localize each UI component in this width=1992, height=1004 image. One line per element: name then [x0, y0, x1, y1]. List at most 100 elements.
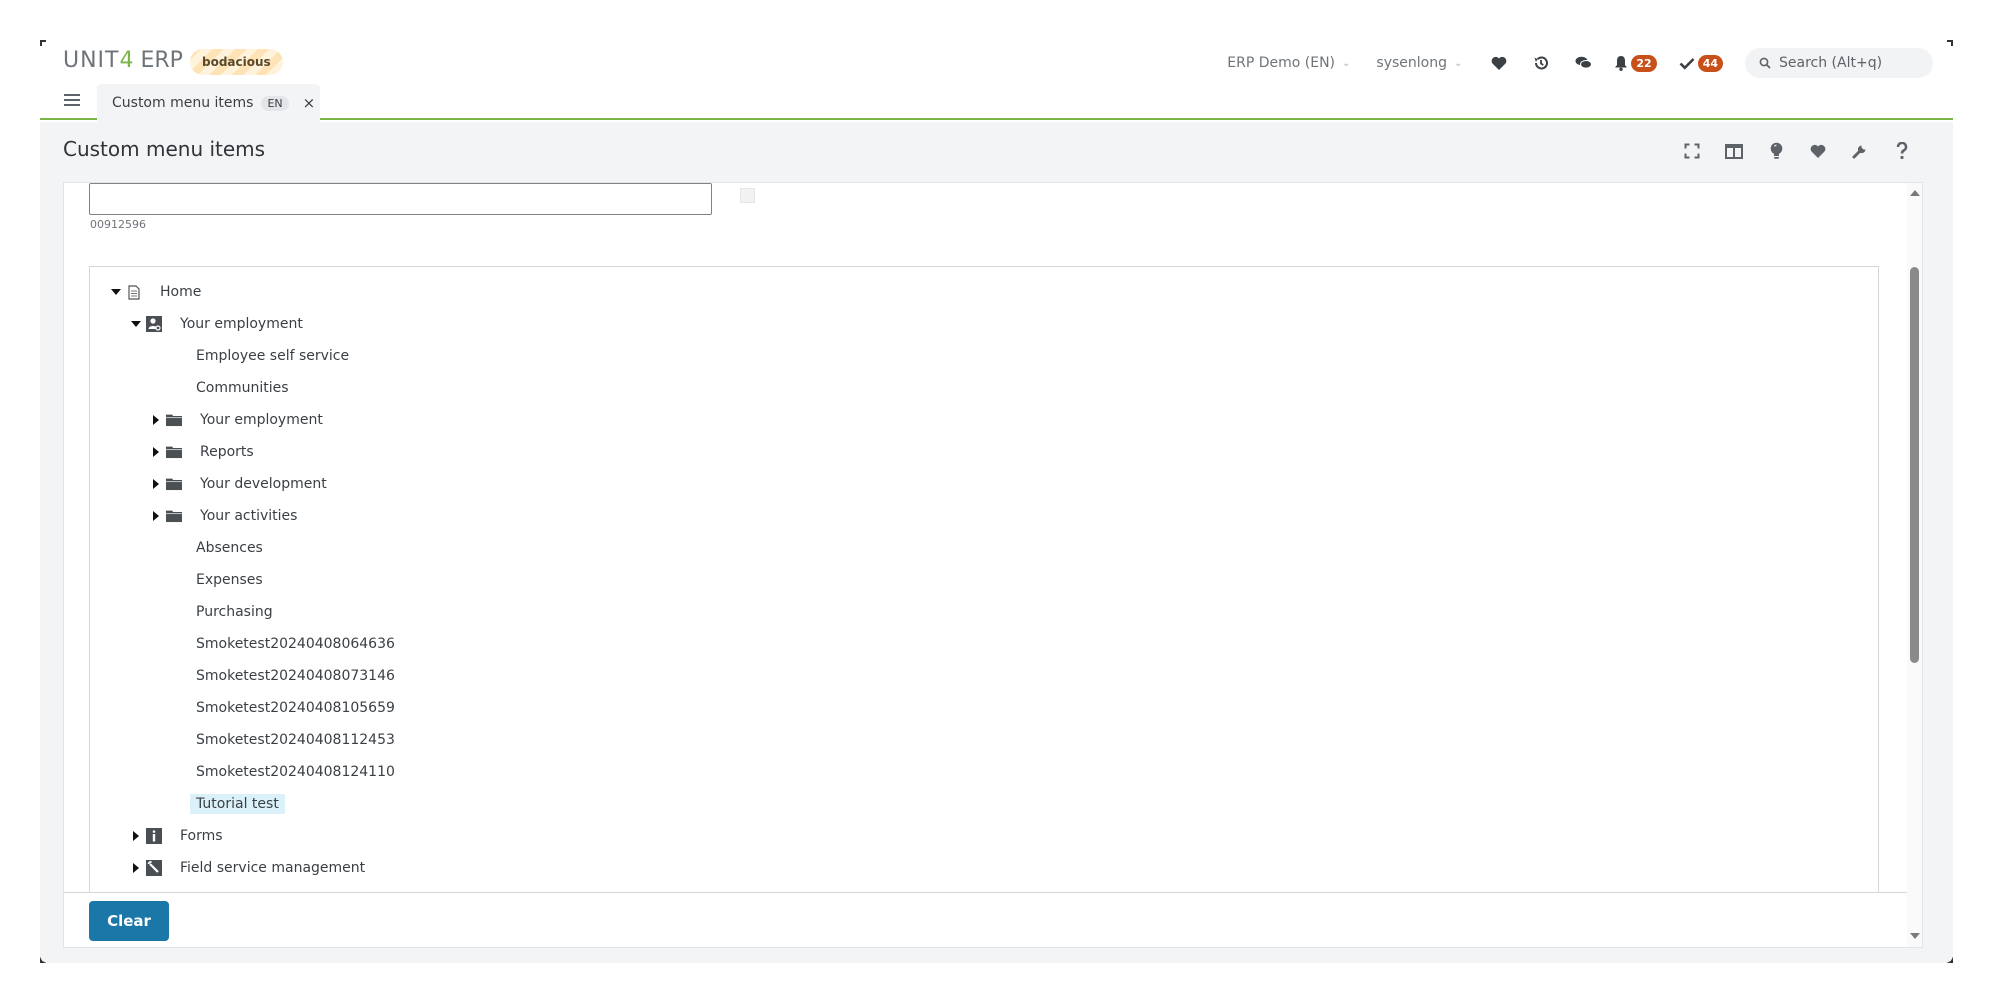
global-search-input[interactable]: Search (Alt+q): [1745, 48, 1933, 78]
tree-item[interactable]: Your development: [150, 471, 333, 497]
top-bar: UNIT4 ERP bodacious ERP Demo (EN) ⌄ sysen…: [40, 40, 1953, 84]
expander-triangle: [153, 479, 159, 489]
scrollbar-thumb[interactable]: [1910, 267, 1919, 663]
tree-item-label: Communities: [196, 380, 289, 396]
environment-badge: bodacious: [190, 49, 283, 75]
tab-bar: Custom menu items EN ×: [40, 84, 1953, 122]
folder-icon: [166, 508, 182, 524]
tab-language-badge: EN: [261, 95, 289, 111]
tree-item[interactable]: Absences: [190, 535, 269, 561]
folder-icon: [166, 444, 182, 460]
tree-item[interactable]: Expenses: [190, 567, 269, 593]
tree-item[interactable]: Smoketest20240408105659: [190, 695, 401, 721]
expander-triangle: [153, 447, 159, 457]
close-icon[interactable]: ×: [303, 94, 316, 112]
expander-triangle: [153, 511, 159, 521]
vertical-scrollbar[interactable]: [1907, 183, 1922, 947]
tree-item-label: Smoketest20240408064636: [196, 636, 395, 652]
user-selector-label: sysenlong: [1376, 55, 1447, 71]
caret-right-icon[interactable]: [150, 414, 162, 426]
chat-icon: [1575, 56, 1592, 69]
tree-item-label: Employee self service: [196, 348, 350, 364]
info-icon: [146, 828, 162, 844]
folder-icon: [166, 412, 182, 428]
fullscreen-button[interactable]: [1681, 140, 1703, 162]
tree-item[interactable]: Your employment: [150, 407, 329, 433]
footer-divider: [64, 892, 1907, 893]
tab-label: Custom menu items: [112, 95, 254, 111]
scroll-down-arrow-icon[interactable]: [1910, 933, 1920, 939]
split-view-button[interactable]: [1723, 140, 1745, 162]
option-checkbox[interactable]: [740, 188, 755, 203]
chevron-down-icon: ⌄: [1342, 57, 1351, 69]
history-icon: [1534, 56, 1549, 70]
notifications-button[interactable]: 22: [1614, 54, 1657, 72]
tree-item[interactable]: Field service management: [130, 855, 371, 881]
tree-item[interactable]: Home: [110, 279, 207, 305]
logo-four: 4: [119, 48, 135, 73]
caret-right-icon[interactable]: [150, 510, 162, 522]
tree-item-label: Tutorial test: [190, 794, 285, 814]
app-logo[interactable]: UNIT4 ERP: [63, 48, 183, 73]
tree-item[interactable]: Your activities: [150, 503, 303, 529]
expander-triangle: [133, 831, 139, 841]
tree-item-label: Expenses: [196, 572, 263, 588]
help-button[interactable]: [1891, 140, 1913, 162]
help-icon: [1896, 142, 1908, 160]
caret-right-icon[interactable]: [150, 478, 162, 490]
tasks-button[interactable]: 44: [1679, 54, 1723, 72]
wrench-icon: [146, 860, 162, 876]
menu-item-text-field[interactable]: [89, 183, 712, 215]
tree-item-label: Smoketest20240408105659: [196, 700, 395, 716]
caret-down-icon[interactable]: [110, 286, 122, 298]
settings-button[interactable]: [1849, 140, 1871, 162]
expander-triangle: [133, 863, 139, 873]
company-selector[interactable]: ERP Demo (EN) ⌄: [1227, 55, 1350, 71]
tree-item[interactable]: Smoketest20240408112453: [190, 727, 401, 753]
tree-item[interactable]: Reports: [150, 439, 260, 465]
search-placeholder: Search (Alt+q): [1779, 55, 1883, 71]
user-selector[interactable]: sysenlong ⌄: [1376, 55, 1462, 71]
tree-item[interactable]: Smoketest20240408073146: [190, 663, 401, 689]
tree-item[interactable]: Communities: [190, 375, 295, 401]
tree-item[interactable]: Forms: [130, 823, 229, 849]
page-toolbar: [1661, 140, 1913, 162]
tips-button[interactable]: [1765, 140, 1787, 162]
expander-triangle: [131, 321, 141, 327]
document-icon: [126, 284, 142, 300]
logo-text: UNIT: [63, 48, 120, 73]
tree-item[interactable]: Smoketest20240408064636: [190, 631, 401, 657]
tree-item[interactable]: Purchasing: [190, 599, 279, 625]
tree-item-label: Field service management: [180, 860, 366, 876]
caret-right-icon[interactable]: [150, 446, 162, 458]
caret-down-icon[interactable]: [130, 318, 142, 330]
scroll-up-arrow-icon[interactable]: [1910, 190, 1920, 196]
clear-button[interactable]: Clear: [89, 901, 169, 941]
chevron-down-icon: ⌄: [1453, 57, 1463, 69]
tab-custom-menu-items[interactable]: Custom menu items EN ×: [97, 84, 320, 122]
tree-item[interactable]: Tutorial test: [190, 791, 285, 817]
hamburger-icon-line: [64, 99, 80, 101]
lightbulb-icon: [1770, 142, 1782, 159]
expander-triangle: [153, 415, 159, 425]
history-button[interactable]: [1530, 52, 1552, 74]
page-content: Custom menu items 00912596 Home Your empl…: [40, 122, 1953, 963]
tasks-count-badge: 44: [1697, 54, 1723, 72]
search-icon: [1759, 57, 1771, 69]
fullscreen-icon: [1684, 143, 1700, 159]
tree-item-label: Smoketest20240408112453: [196, 732, 395, 748]
caret-right-icon[interactable]: [130, 830, 142, 842]
tree-item[interactable]: Employee self service: [190, 343, 355, 369]
hamburger-icon: [64, 94, 80, 96]
checkmark-icon: [1679, 57, 1695, 70]
tree-item[interactable]: Smoketest20240408124110: [190, 759, 401, 785]
form-panel: 00912596 Home Your employment Employee sel…: [63, 182, 1923, 948]
menu-toggle-button[interactable]: [64, 94, 80, 108]
favorite-page-button[interactable]: [1807, 140, 1829, 162]
favorites-button[interactable]: [1488, 52, 1510, 74]
wrench-icon: [1852, 145, 1866, 159]
caret-right-icon[interactable]: [130, 862, 142, 874]
logo-product: ERP: [140, 48, 183, 73]
tree-item[interactable]: Your employment: [130, 311, 309, 337]
chat-button[interactable]: [1572, 52, 1594, 74]
